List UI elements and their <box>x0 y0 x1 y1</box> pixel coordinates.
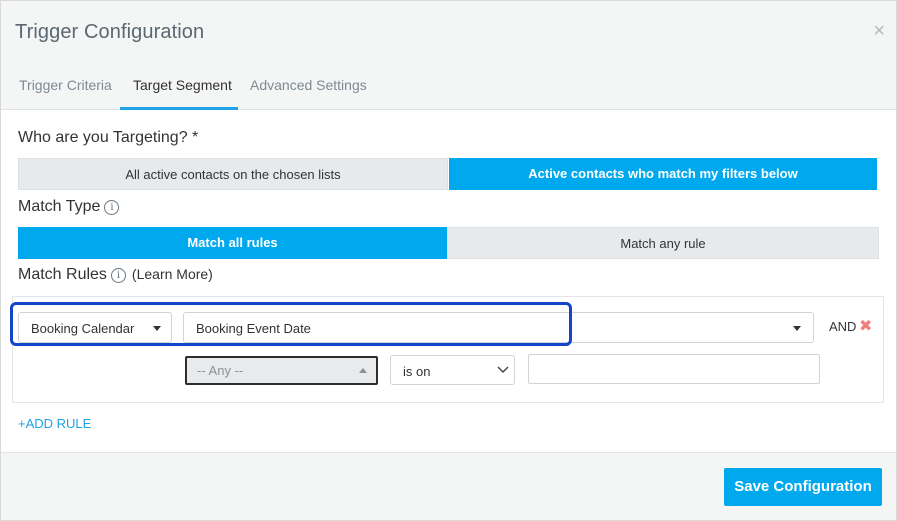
caret-down-icon <box>153 326 161 331</box>
rule-operator-value: is on <box>403 364 431 379</box>
active-tab-indicator <box>120 107 238 110</box>
remove-rule-icon[interactable]: ✖ <box>859 316 872 336</box>
rule-operator-select[interactable]: is on <box>390 355 515 385</box>
rule-conjunction: AND <box>829 319 857 334</box>
tab-advanced-settings[interactable]: Advanced Settings <box>250 77 367 93</box>
learn-more-link[interactable]: (Learn More) <box>132 266 213 282</box>
target-filtered-contacts-option[interactable]: Active contacts who match my filters bel… <box>449 158 877 190</box>
match-type-label: Match Type <box>18 198 101 215</box>
info-icon[interactable]: i <box>104 200 120 215</box>
rule-field-value: Booking Event Date <box>196 321 311 336</box>
match-any-rule-option[interactable]: Match any rule <box>447 227 879 259</box>
caret-down-icon <box>793 326 801 331</box>
modal-footer: Save Configuration <box>1 452 896 520</box>
rule-value-input[interactable] <box>528 354 820 384</box>
match-rules-heading: Match Rules i (Learn More) <box>18 266 213 284</box>
add-rule-button[interactable]: +ADD RULE <box>18 416 91 431</box>
tab-trigger-criteria[interactable]: Trigger Criteria <box>19 77 112 93</box>
rule-sub-select[interactable]: -- Any -- <box>185 356 378 385</box>
rule-field-select[interactable]: Booking Event Date <box>183 312 814 343</box>
tab-target-segment[interactable]: Target Segment <box>133 77 232 93</box>
info-icon[interactable]: i <box>110 268 126 283</box>
modal-header: Trigger Configuration × <box>1 1 896 63</box>
close-icon[interactable]: × <box>873 21 885 41</box>
rule-source-select[interactable]: Booking Calendar <box>18 312 172 343</box>
match-type-heading: Match Type i <box>18 198 120 216</box>
targeting-heading: Who are you Targeting? * <box>18 129 199 146</box>
save-configuration-button[interactable]: Save Configuration <box>724 468 882 506</box>
modal-title: Trigger Configuration <box>15 21 205 43</box>
rule-sub-select-value: -- Any -- <box>197 363 244 378</box>
target-all-contacts-option[interactable]: All active contacts on the chosen lists <box>18 158 448 190</box>
trigger-configuration-modal: Trigger Configuration × Trigger Criteria… <box>0 0 897 521</box>
chevron-down-icon <box>497 366 509 374</box>
tab-bar: Trigger Criteria Target Segment Advanced… <box>1 63 896 110</box>
match-rules-label: Match Rules <box>18 266 107 283</box>
caret-up-icon <box>359 368 367 373</box>
rule-source-value: Booking Calendar <box>31 321 135 336</box>
match-all-rules-option[interactable]: Match all rules <box>18 227 447 259</box>
